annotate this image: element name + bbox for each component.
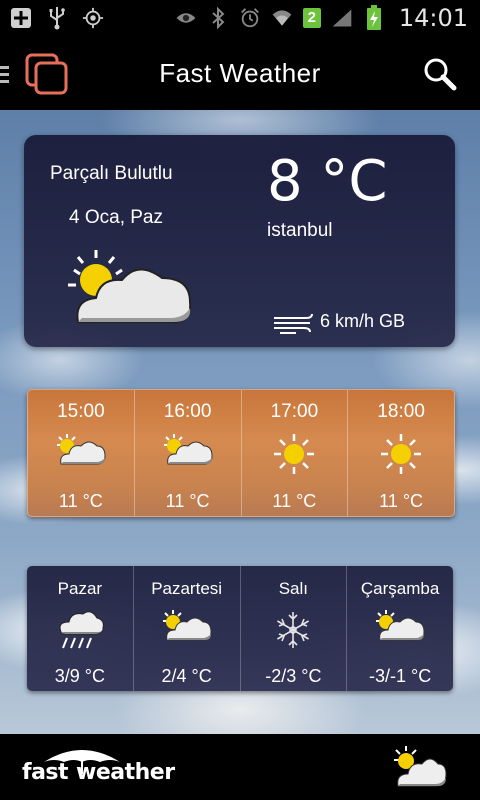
action-bar: Fast Weather	[0, 38, 480, 110]
app-title: Fast Weather	[159, 58, 321, 88]
wind-icon	[272, 311, 316, 340]
partly-cloudy-icon	[66, 250, 196, 335]
current-temperature: 8 °C	[267, 149, 388, 214]
bottom-bar: fast weather	[0, 734, 480, 800]
day-name: Salı	[278, 579, 309, 598]
hourly-temp: 11 °C	[58, 491, 103, 511]
wind-text: 6 km/h GB	[320, 311, 406, 331]
day-temp: 3/9 °C	[54, 666, 105, 686]
rain-icon	[27, 610, 133, 650]
notification-badge: 2	[302, 8, 321, 28]
hourly-time: 16:00	[163, 401, 212, 422]
hourly-forecast[interactable]: 15:00 11 °C 16:00 11 °C 17:00 11 °C 18:0…	[27, 389, 455, 517]
daily-item[interactable]: Çarşamba -3/-1 °C	[347, 566, 453, 691]
hourly-time: 18:00	[377, 401, 425, 422]
condition-text: Parçalı Bulutlu	[50, 163, 173, 184]
bluetooth-icon	[207, 6, 229, 30]
day-name: Pazar	[57, 579, 103, 598]
hourly-item[interactable]: 15:00 11 °C	[28, 390, 135, 516]
partly-cloudy-icon	[135, 434, 241, 468]
wifi-icon	[271, 6, 293, 30]
brand-logo[interactable]: fast weather	[22, 750, 175, 785]
hourly-temp: 11 °C	[379, 491, 424, 511]
status-bar: 2 14:01	[0, 0, 480, 38]
partly-cloudy-icon	[347, 610, 453, 644]
daily-item[interactable]: Salı -2/3 °C	[241, 566, 348, 691]
usb-icon	[46, 6, 68, 30]
partly-cloudy-icon[interactable]	[392, 746, 448, 795]
partly-cloudy-icon	[28, 434, 134, 468]
search-icon[interactable]	[422, 56, 458, 97]
hourly-time: 17:00	[270, 401, 319, 422]
umbrella-icon	[42, 746, 122, 782]
date-text: 4 Oca, Paz	[69, 207, 163, 228]
sun-icon	[348, 434, 454, 474]
daily-forecast[interactable]: Pazar 3/9 °C Pazartesi 2/4 °C Salı -2/3 …	[27, 566, 453, 691]
day-name: Çarşamba	[360, 579, 440, 598]
day-temp: 2/4 °C	[161, 666, 212, 686]
day-temp: -2/3 °C	[265, 666, 322, 686]
hourly-temp: 11 °C	[165, 491, 210, 511]
eye-icon	[175, 6, 197, 30]
city-name: istanbul	[267, 220, 333, 241]
day-temp: -3/-1 °C	[369, 666, 432, 686]
snow-icon	[241, 610, 347, 650]
battery-charging-icon	[363, 5, 385, 30]
sun-icon	[242, 434, 348, 474]
alarm-icon	[239, 6, 261, 30]
day-name: Pazartesi	[151, 579, 223, 598]
hourly-time: 15:00	[57, 401, 105, 422]
daily-item[interactable]: Pazar 3/9 °C	[27, 566, 134, 691]
add-notification-icon	[10, 6, 32, 30]
clock: 14:01	[398, 4, 468, 32]
partly-cloudy-icon	[134, 610, 240, 644]
current-weather-card[interactable]: Parçalı Bulutlu 4 Oca, Paz 8 °C istanbul	[24, 135, 455, 347]
hourly-item[interactable]: 17:00 11 °C	[242, 390, 349, 516]
hourly-temp: 11 °C	[272, 491, 317, 511]
signal-icon	[331, 6, 353, 30]
gps-icon	[82, 6, 104, 30]
daily-item[interactable]: Pazartesi 2/4 °C	[134, 566, 241, 691]
hourly-item[interactable]: 16:00 11 °C	[135, 390, 242, 516]
hourly-item[interactable]: 18:00 11 °C	[348, 390, 454, 516]
